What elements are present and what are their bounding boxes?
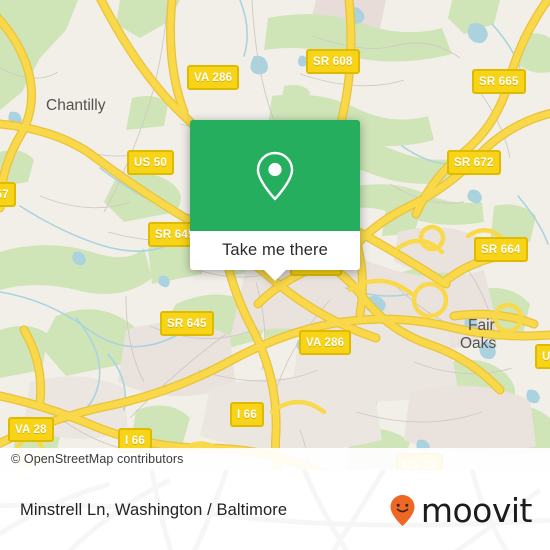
road-shield: SR 672 — [447, 150, 501, 175]
moovit-wordmark: moovit — [420, 490, 533, 530]
road-shield: VA 286 — [299, 330, 352, 355]
road-shield: 657 — [0, 182, 16, 207]
road-shield: SR 645 — [160, 311, 214, 336]
location-title: Minstrell Ln, Washington / Baltimore — [20, 500, 288, 519]
road-shield: I 66 — [230, 402, 264, 427]
popup-icon-area — [190, 120, 360, 231]
moovit-smiley-pin-icon — [390, 494, 415, 526]
take-me-there-label: Take me there — [222, 241, 328, 259]
road-shield: VA 28 — [8, 417, 54, 442]
attribution-text[interactable]: © OpenStreetMap contributors — [0, 452, 184, 466]
road-shield: US — [535, 344, 550, 369]
moovit-logo[interactable]: moovit — [389, 490, 533, 530]
map-screenshot-page: .g{fill:#cfe5b8} .gd{fill:#c3ddaa} .w{fi… — [0, 0, 550, 550]
popup-action-area[interactable]: Take me there — [190, 231, 360, 281]
road-shield: SR 665 — [472, 69, 526, 94]
road-shield: SR 608 — [306, 49, 360, 74]
location-popup-card[interactable]: Take me there — [190, 120, 360, 281]
road-shield: VA 286 — [187, 65, 240, 90]
footer-bar: Minstrell Ln, Washington / Baltimore moo… — [0, 470, 550, 550]
popup-pointer — [264, 270, 286, 281]
road-shield: SR 664 — [474, 237, 528, 262]
map-attribution-bar: © OpenStreetMap contributors — [0, 448, 550, 470]
map-viewport[interactable]: .g{fill:#cfe5b8} .gd{fill:#c3ddaa} .w{fi… — [0, 0, 550, 470]
road-shield: US 50 — [127, 150, 174, 175]
map-pin-icon — [256, 151, 294, 200]
